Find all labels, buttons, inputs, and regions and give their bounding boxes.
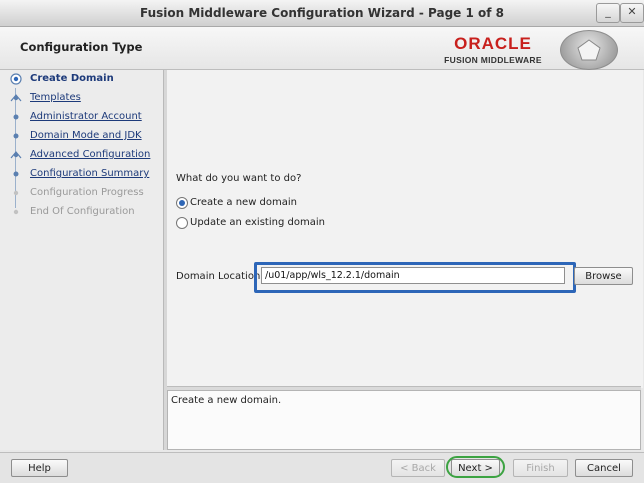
page-title: Configuration Type xyxy=(20,40,143,54)
active-step-icon xyxy=(10,73,22,85)
pentagon-badge-icon xyxy=(560,30,618,70)
window-title: Fusion Middleware Configuration Wizard -… xyxy=(140,6,504,20)
finish-button[interactable]: Finish xyxy=(513,459,568,477)
window-title-bar: Fusion Middleware Configuration Wizard -… xyxy=(0,0,644,27)
step-icon xyxy=(10,206,21,217)
sidebar-item-domain-mode-jdk[interactable]: Domain Mode and JDK xyxy=(0,127,163,145)
description-text: Create a new domain. xyxy=(171,395,282,406)
page-header: Configuration Type xyxy=(0,27,644,70)
domain-location-label: Domain Location: xyxy=(176,271,264,282)
help-button[interactable]: Help xyxy=(11,459,68,477)
domain-location-input[interactable] xyxy=(261,267,565,284)
back-button[interactable]: < Back xyxy=(391,459,445,477)
sidebar-item-end-of-configuration: End Of Configuration xyxy=(0,203,163,221)
step-icon xyxy=(10,111,21,122)
create-domain-radio-label[interactable]: Create a new domain xyxy=(190,197,297,208)
step-icon xyxy=(10,168,21,179)
main-content-panel xyxy=(167,70,643,388)
step-icon xyxy=(10,149,22,160)
minimize-button[interactable]: _ xyxy=(596,3,620,23)
step-icon xyxy=(10,92,22,103)
sidebar-item-configuration-progress: Configuration Progress xyxy=(0,184,163,202)
sidebar-item-create-domain[interactable]: Create Domain xyxy=(0,70,163,88)
sidebar-item-label: Administrator Account xyxy=(30,111,142,122)
step-icon xyxy=(10,130,21,141)
update-domain-radio[interactable] xyxy=(176,217,188,229)
next-button-highlight xyxy=(446,456,505,478)
sidebar-item-administrator-account[interactable]: Administrator Account xyxy=(0,108,163,126)
browse-button[interactable]: Browse xyxy=(574,267,633,285)
cancel-button[interactable]: Cancel xyxy=(575,459,633,477)
close-button[interactable]: ✕ xyxy=(620,3,644,23)
update-domain-radio-label[interactable]: Update an existing domain xyxy=(190,217,325,228)
oracle-logo-text: ORACLE xyxy=(454,34,532,53)
step-icon xyxy=(10,187,21,198)
sidebar-item-templates[interactable]: Templates xyxy=(0,89,163,107)
oracle-logo: ORACLE FUSION MIDDLEWARE xyxy=(440,35,546,67)
sidebar-item-label: End Of Configuration xyxy=(30,206,135,217)
sidebar-item-label: Templates xyxy=(30,92,81,103)
sidebar-item-label: Configuration Summary xyxy=(30,168,150,179)
description-panel: Create a new domain. xyxy=(167,390,641,450)
fusion-middleware-text: FUSION MIDDLEWARE xyxy=(444,55,542,65)
sidebar-item-configuration-summary[interactable]: Configuration Summary xyxy=(0,165,163,183)
sidebar-item-label: Domain Mode and JDK xyxy=(30,130,142,141)
sidebar-item-label: Create Domain xyxy=(30,73,114,84)
sidebar-item-advanced-configuration[interactable]: Advanced Configuration xyxy=(0,146,163,164)
question-label: What do you want to do? xyxy=(176,173,302,184)
sidebar-item-label: Configuration Progress xyxy=(30,187,144,198)
sidebar-item-label: Advanced Configuration xyxy=(30,149,151,160)
create-domain-radio[interactable] xyxy=(176,197,188,209)
